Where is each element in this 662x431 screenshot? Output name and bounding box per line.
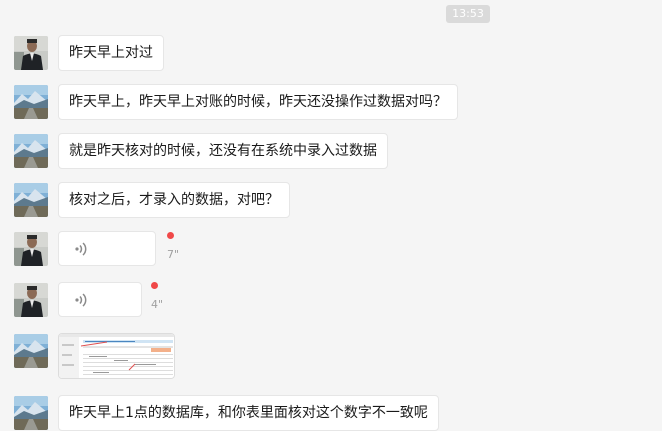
mountain-road-avatar[interactable] — [14, 396, 48, 430]
timestamp: 13:53 — [446, 5, 490, 23]
voice-duration: 4" — [151, 298, 164, 311]
man-avatar[interactable] — [14, 283, 48, 317]
spreadsheet-screenshot-image — [59, 334, 174, 378]
message-bubble[interactable]: 核对之后，才录入的数据，对吧？ — [58, 182, 290, 218]
unread-dot — [151, 282, 158, 289]
voice-wave-icon — [75, 242, 87, 256]
message-bubble[interactable]: 昨天早上对过 — [58, 35, 164, 71]
man-avatar[interactable] — [14, 36, 48, 70]
man-avatar[interactable] — [14, 232, 48, 266]
mountain-road-avatar[interactable] — [14, 134, 48, 168]
voice-wave-icon — [75, 293, 87, 307]
unread-dot — [167, 232, 174, 239]
message-bubble[interactable]: 昨天早上，昨天早上对账的时候，昨天还没操作过数据对吗？ — [58, 84, 458, 120]
mountain-road-avatar[interactable] — [14, 85, 48, 119]
image-message-thumbnail[interactable] — [58, 333, 175, 379]
voice-duration: 7" — [167, 248, 180, 261]
voice-message-bubble[interactable] — [58, 282, 142, 317]
voice-message-bubble[interactable] — [58, 231, 156, 266]
message-bubble[interactable]: 就是昨天核对的时候，还没有在系统中录入过数据 — [58, 133, 388, 169]
chat-message-list[interactable]: 13:53 昨天早上对过 昨天早上，昨天早上对账的时候，昨天还没操作过数据对吗？… — [0, 0, 662, 431]
mountain-road-avatar[interactable] — [14, 183, 48, 217]
mountain-road-avatar[interactable] — [14, 334, 48, 368]
